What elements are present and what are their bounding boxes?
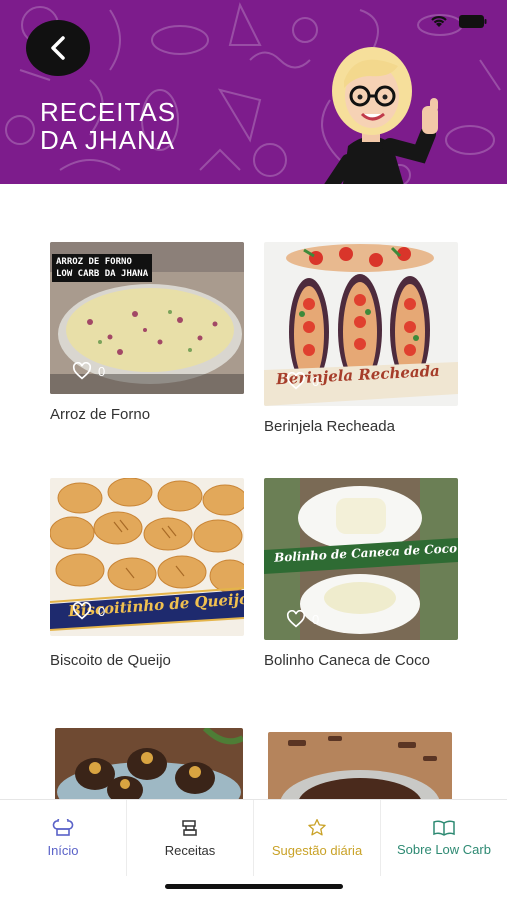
tab-label: Sugestão diária [271, 843, 363, 858]
tab-inicio[interactable]: Início [0, 800, 127, 876]
stuffed-mushroom-photo [55, 728, 243, 799]
mascot-avatar [324, 47, 438, 184]
overlay-line2: LOW CARB DA JHANA [56, 269, 149, 279]
recipe-grid: ARROZ DE FORNO LOW CARB DA JHANA 0 Arroz… [0, 184, 507, 799]
recipe-title: Bolinho Caneca de Coco [264, 652, 430, 669]
recipe-card-biscoito-de-queijo[interactable]: Biscoitinho de Queijo 0 Biscoito de Quei… [50, 478, 244, 669]
like-count: 0 [98, 363, 106, 379]
back-button[interactable] [26, 20, 90, 76]
like-counter[interactable]: 0 [72, 362, 105, 380]
recipe-title: Berinjela Recheada [264, 418, 395, 435]
recipe-card-berinjela-recheada[interactable]: Berinjela Recheada 0 Berinjela Recheada [264, 242, 458, 435]
recipe-card-arroz-de-forno[interactable]: ARROZ DE FORNO LOW CARB DA JHANA 0 Arroz… [50, 242, 244, 423]
wifi-icon [431, 16, 447, 27]
heart-icon [286, 372, 306, 390]
tab-sobre-low-carb[interactable]: Sobre Low Carb [381, 800, 507, 876]
heart-icon [286, 610, 306, 628]
status-bar [429, 14, 487, 28]
overlay-line1: ARROZ DE FORNO [56, 257, 132, 267]
recipe-photo: Berinjela Recheada 0 [264, 242, 458, 406]
tab-label: Sobre Low Carb [397, 841, 491, 857]
recipe-photo [268, 732, 452, 799]
recipe-card[interactable] [55, 728, 249, 799]
home-indicator[interactable] [165, 884, 343, 889]
page-title-line2: DA JHANA [40, 125, 176, 155]
recipe-card-bolinho-caneca-de-coco[interactable]: Bolinho de Caneca de Coco 0 Bolinho Cane… [264, 478, 458, 669]
page-title-line1: RECEITAS [40, 97, 177, 127]
chocolate-cake-photo [268, 732, 452, 799]
recipe-photo: Bolinho de Caneca de Coco 0 [264, 478, 458, 640]
app-header: RECEITAS DA JHANA [0, 0, 507, 184]
heart-icon [72, 362, 92, 380]
recipe-title: Arroz de Forno [50, 406, 151, 423]
chef-hat-icon [52, 818, 74, 836]
battery-icon [459, 14, 487, 28]
recipe-overlay-caption: ARROZ DE FORNO LOW CARB DA JHANA [52, 254, 153, 282]
like-count: 0 [98, 603, 106, 619]
chevron-left-icon [51, 36, 65, 60]
tab-label: Receitas [164, 842, 216, 858]
like-counter[interactable]: 0 [72, 602, 105, 620]
like-count: 0 [312, 373, 320, 389]
like-counter[interactable]: 0 [286, 610, 319, 628]
recipe-book-icon [182, 819, 197, 836]
heart-icon [72, 602, 92, 620]
tab-label: Início [47, 842, 79, 858]
star-icon [308, 818, 326, 836]
recipe-photo: Biscoitinho de Queijo 0 [50, 478, 244, 636]
tab-receitas[interactable]: Receitas [127, 800, 254, 876]
open-book-icon [433, 819, 455, 836]
recipe-photo [55, 728, 243, 799]
recipe-title: Biscoito de Queijo [50, 652, 171, 669]
recipe-photo: ARROZ DE FORNO LOW CARB DA JHANA 0 [50, 242, 244, 394]
tab-sugestao-diaria[interactable]: Sugestão diária [254, 800, 381, 876]
recipe-card[interactable] [268, 732, 462, 799]
like-count: 0 [312, 611, 320, 627]
bottom-tab-bar: Início Receitas Sugestão diária Sobre Lo… [0, 799, 507, 876]
like-counter[interactable]: 0 [286, 372, 319, 390]
